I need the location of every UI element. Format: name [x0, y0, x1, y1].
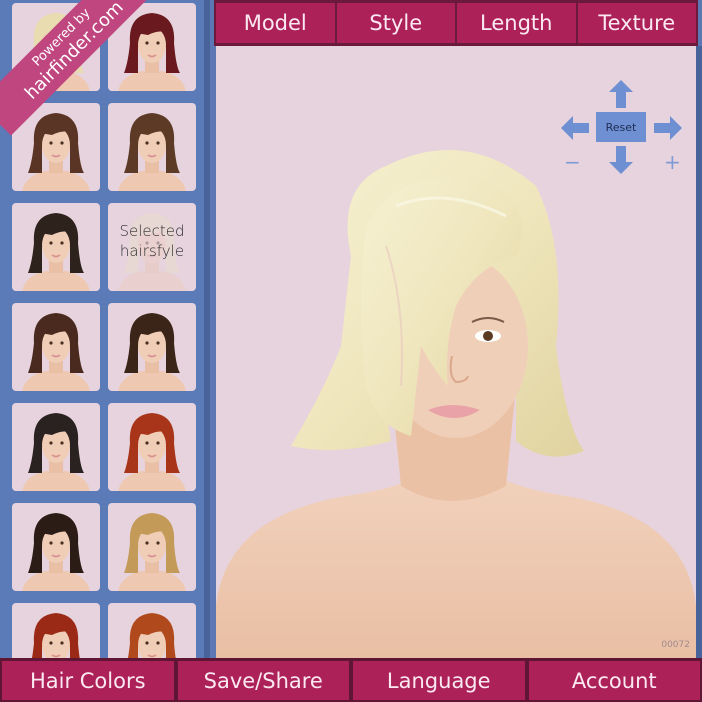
zoom-in-button[interactable]: + [664, 152, 681, 172]
sidebar-scrollbar[interactable] [204, 0, 210, 660]
thumbnail-image [22, 213, 90, 291]
selected-hairstyle-label: Selected hairsfyle [119, 222, 185, 260]
hairstyle-thumbnail-dark-bob-bangs[interactable] [12, 403, 100, 491]
model-button[interactable]: Model [216, 3, 335, 43]
reset-button[interactable]: Reset [596, 112, 646, 142]
thumbnail-image [118, 313, 186, 391]
hairstyle-thumbnail-copper-curly-short[interactable] [108, 603, 196, 660]
hairstyle-thumbnail-dark-curly-long[interactable] [12, 503, 100, 591]
bottom-menu: Hair Colors Save/Share Language Account [0, 658, 702, 702]
thumbnail-image [22, 413, 90, 491]
right-border [696, 46, 702, 658]
thumbnail-image [22, 313, 90, 391]
preview-area: Reset − + 00072 [216, 46, 696, 658]
hairstyle-thumbnail-long-straight-bangs[interactable] [12, 203, 100, 291]
hairstyle-thumbnail-red-curly-bangs[interactable] [12, 603, 100, 660]
hairstyle-thumbnail-blonde-quiff[interactable] [108, 503, 196, 591]
length-button[interactable]: Length [457, 3, 576, 43]
save-share-button[interactable]: Save/Share [177, 661, 349, 700]
hairstyle-thumbnail-brown-curly-short[interactable] [108, 103, 196, 191]
language-button[interactable]: Language [353, 661, 525, 700]
hairstyle-thumbnail-brown-bob[interactable] [12, 303, 100, 391]
thumbnail-image [31, 613, 81, 660]
thumbnail-image [127, 613, 177, 660]
style-id: 00072 [661, 640, 690, 650]
zoom-out-button[interactable]: − [564, 152, 581, 172]
hairstyle-thumbnail-brown-wavy-medium[interactable] [108, 303, 196, 391]
thumbnail-image [118, 113, 186, 191]
move-left-icon[interactable] [561, 116, 589, 140]
thumbnail-image [118, 413, 186, 491]
move-right-icon[interactable] [654, 116, 682, 140]
thumbnail-image [118, 513, 186, 591]
thumbnail-image [22, 513, 90, 591]
move-down-icon[interactable] [609, 146, 633, 174]
move-up-icon[interactable] [609, 80, 633, 108]
selected-hairstyle-thumbnail[interactable]: Selected hairsfyle [108, 203, 196, 291]
texture-button[interactable]: Texture [577, 3, 696, 43]
hairstyle-thumbnail-red-long-bangs[interactable] [108, 403, 196, 491]
hair-colors-button[interactable]: Hair Colors [2, 661, 174, 700]
style-button[interactable]: Style [336, 3, 455, 43]
account-button[interactable]: Account [528, 661, 700, 700]
top-menu: Model Style Length Texture [214, 0, 698, 46]
